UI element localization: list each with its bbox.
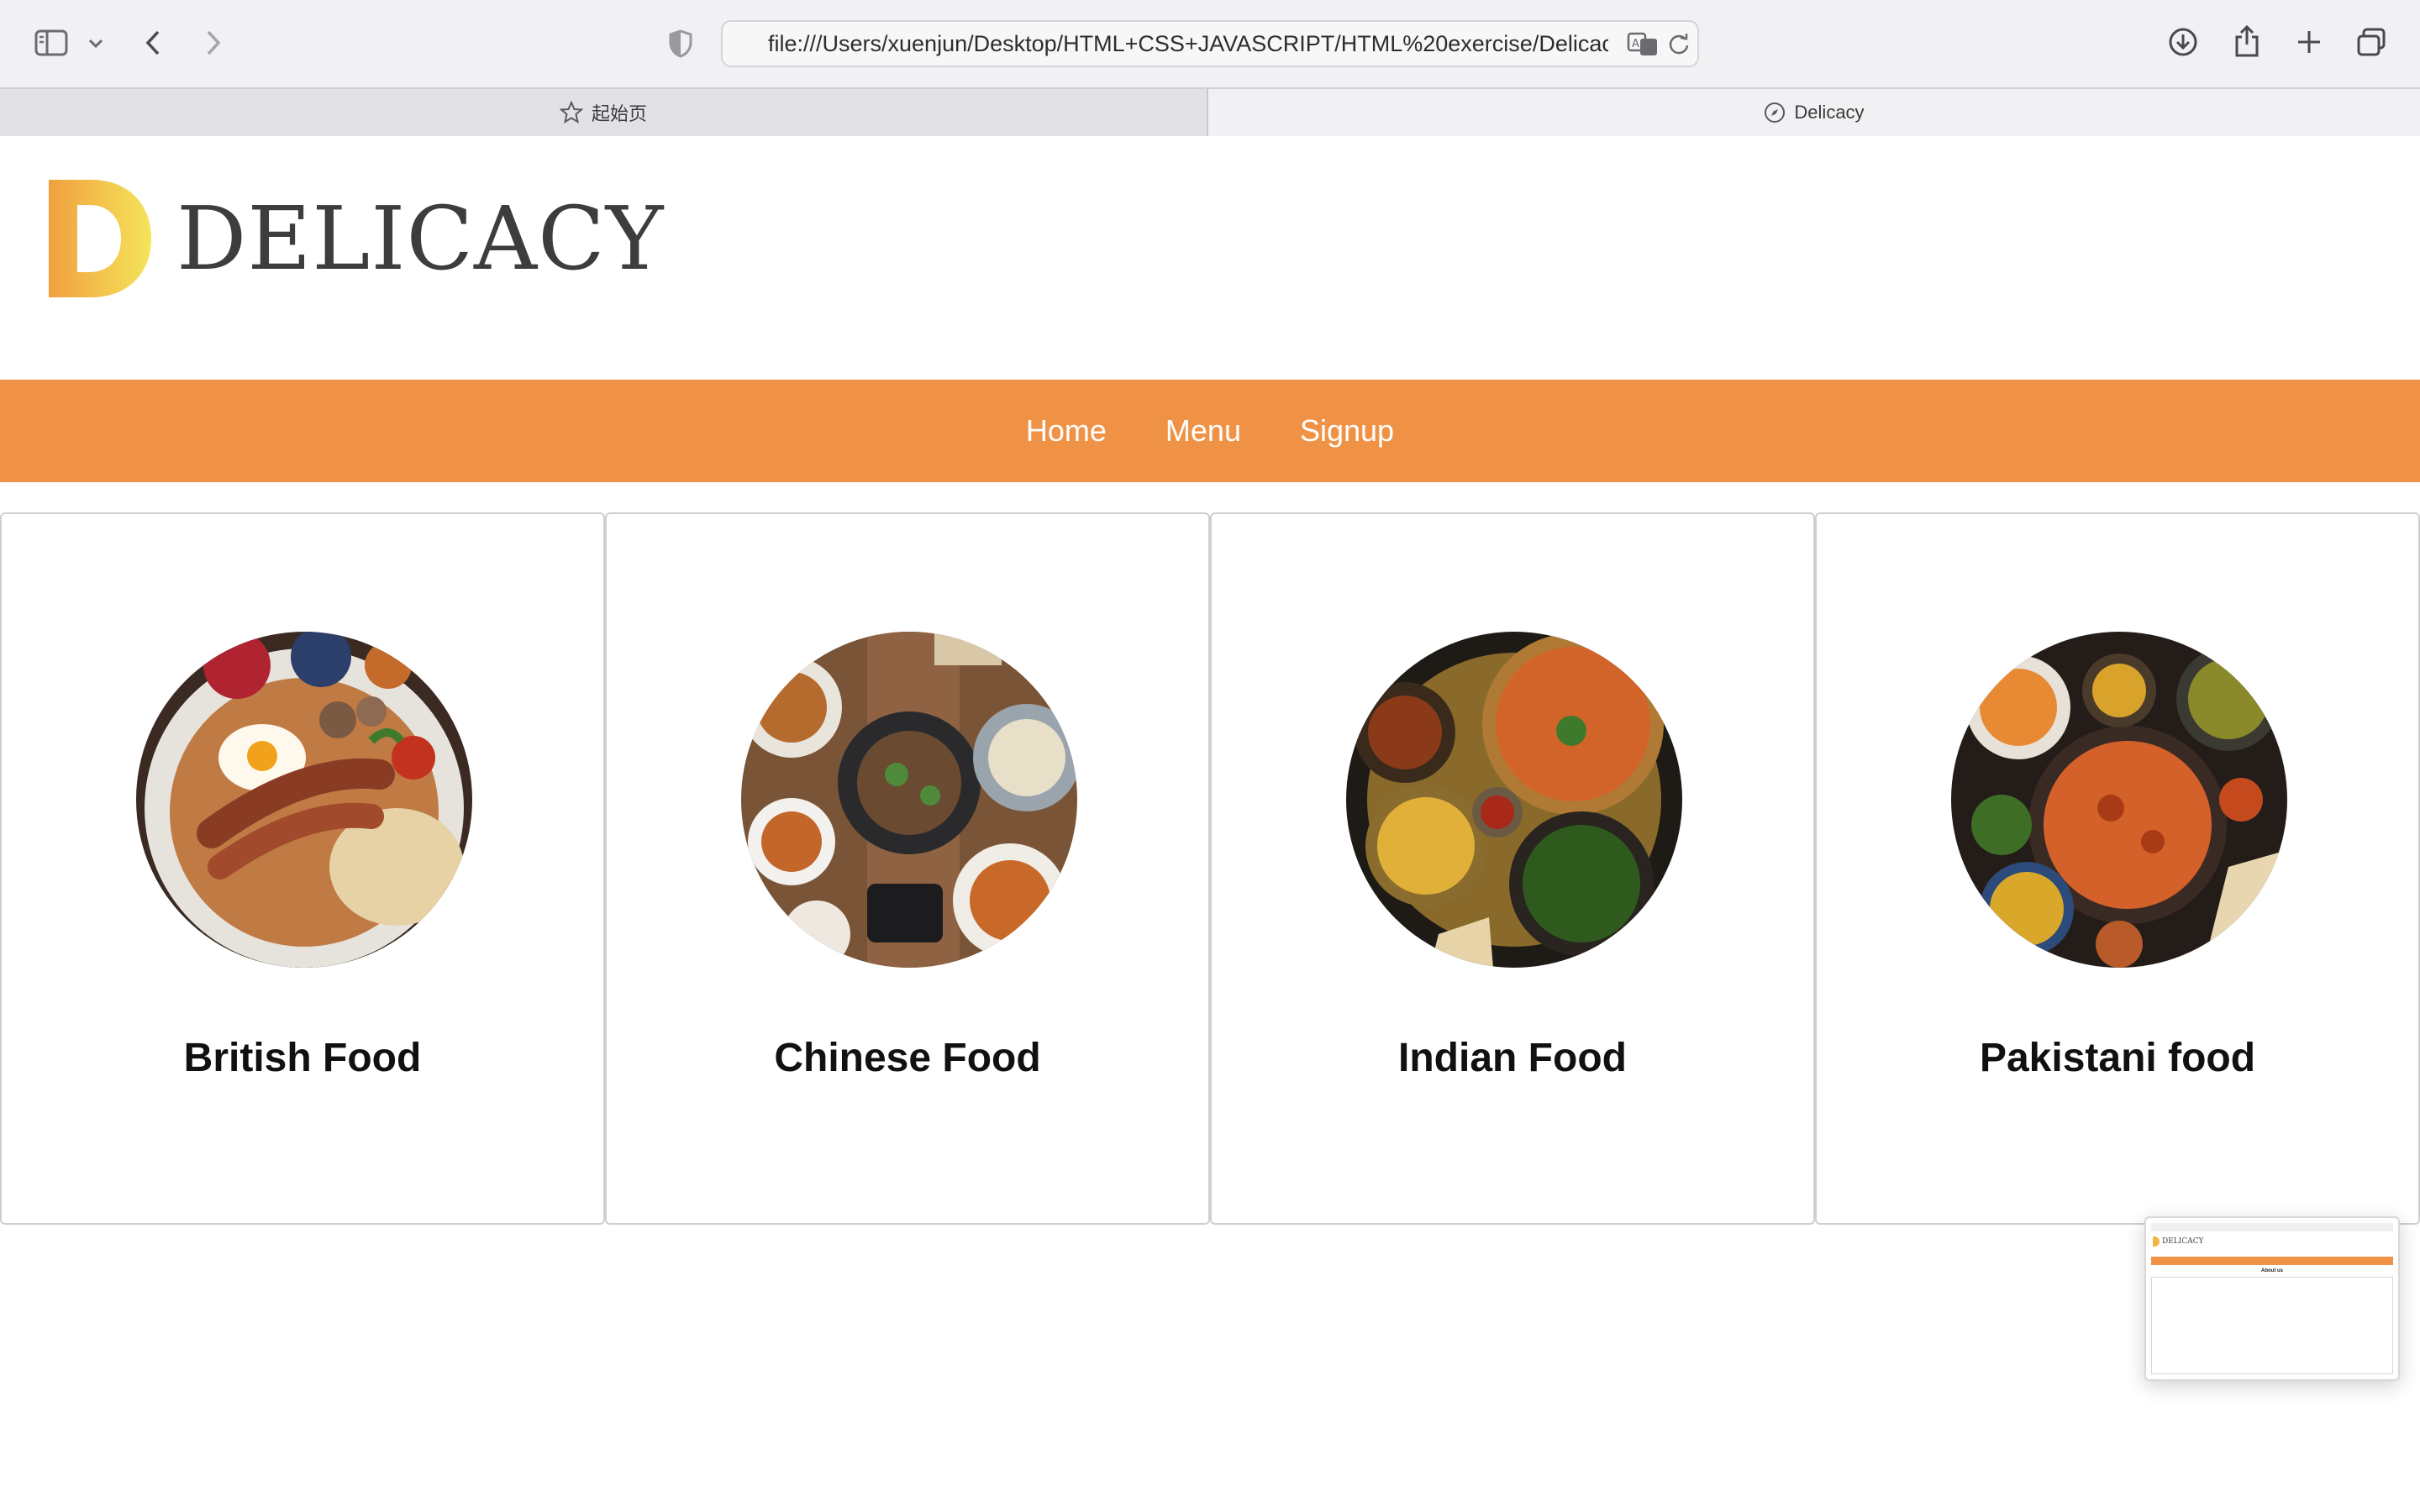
card-title: Indian Food	[1398, 1036, 1627, 1080]
downloads-button[interactable]	[2165, 24, 2202, 60]
thumbnail-logo-word: DELICACY	[2162, 1237, 2204, 1246]
shield-icon	[669, 29, 692, 58]
new-tab-button[interactable]	[2291, 24, 2328, 60]
sidebar-menu-chevron[interactable]	[84, 32, 108, 55]
card-title: Pakistani food	[1979, 1036, 2256, 1080]
indian-food-image	[1346, 632, 1682, 968]
tab-label: Delicacy	[1794, 102, 1865, 123]
plus-icon	[2298, 31, 2320, 53]
british-food-image	[136, 632, 472, 968]
tab-label: 起始页	[591, 103, 647, 124]
tab-start-page[interactable]: 起始页	[0, 89, 1208, 136]
browser-toolbar: file:///Users/xuenjun/Desktop/HTML+CSS+J…	[0, 0, 2420, 87]
thumbnail-heading: About us	[2261, 1268, 2283, 1273]
translate-icon: A	[1627, 32, 1657, 55]
chinese-food-image	[741, 632, 1077, 968]
screenshot-thumbnail[interactable]: DELICACY About us	[2144, 1216, 2400, 1381]
nav-menu-link[interactable]: Menu	[1165, 413, 1241, 449]
back-button[interactable]	[138, 24, 168, 62]
thumbnail-logo-mark	[2153, 1236, 2160, 1247]
nav-links: Home Menu Signup	[1026, 413, 1394, 449]
food-card-chinese[interactable]: Chinese Food	[605, 512, 1210, 1225]
tab-delicacy[interactable]: Delicacy	[1208, 89, 2420, 136]
address-bar[interactable]: file:///Users/xuenjun/Desktop/HTML+CSS+J…	[721, 20, 1699, 67]
logo-d-mark	[49, 180, 151, 297]
main-nav: Home Menu Signup	[0, 380, 2420, 482]
translate-button[interactable]: A	[1627, 30, 1660, 59]
forward-button[interactable]	[198, 24, 229, 62]
share-icon	[2235, 24, 2259, 57]
card-title: British Food	[183, 1036, 422, 1080]
chevron-down-icon	[88, 39, 103, 49]
sidebar-toggle-button[interactable]	[30, 25, 72, 60]
thumbnail-logo: DELICACY	[2153, 1236, 2204, 1247]
pakistani-food-image	[1951, 632, 2287, 968]
sidebar-icon	[34, 29, 68, 56]
food-card-indian[interactable]: Indian Food	[1210, 512, 1815, 1225]
logo-wordmark: DELICACY	[176, 187, 665, 290]
food-card-british[interactable]: British Food	[0, 512, 605, 1225]
thumbnail-nav	[2151, 1257, 2393, 1265]
nav-home-link[interactable]: Home	[1026, 413, 1107, 449]
food-cards: British Food Chinese Food Indian Food Pa…	[0, 512, 2420, 1225]
chevron-right-icon	[207, 30, 221, 55]
compass-icon	[1765, 102, 1786, 123]
chevron-left-icon	[145, 30, 160, 55]
url-text[interactable]: file:///Users/xuenjun/Desktop/HTML+CSS+J…	[768, 22, 1608, 66]
thumbnail-frame	[2151, 1277, 2393, 1374]
thumbnail-toolbar	[2151, 1223, 2393, 1231]
card-title: Chinese Food	[774, 1036, 1041, 1080]
privacy-shield-button[interactable]	[664, 27, 697, 60]
svg-text:A: A	[1632, 38, 1639, 50]
share-button[interactable]	[2228, 22, 2265, 60]
download-icon	[2169, 28, 2197, 56]
tab-overview-icon	[2357, 28, 2386, 56]
tab-bar: 起始页 Delicacy	[0, 87, 2420, 136]
food-card-pakistani[interactable]: Pakistani food	[1815, 512, 2420, 1225]
site-logo[interactable]: DELICACY	[49, 180, 664, 297]
reload-button[interactable]	[1667, 32, 1692, 57]
page-content: DELICACY Home Menu Signup British Food C…	[0, 136, 2420, 1512]
star-icon	[559, 101, 583, 124]
nav-signup-link[interactable]: Signup	[1300, 413, 1394, 449]
tab-overview-button[interactable]	[2353, 24, 2390, 60]
reload-icon	[1669, 34, 1689, 55]
